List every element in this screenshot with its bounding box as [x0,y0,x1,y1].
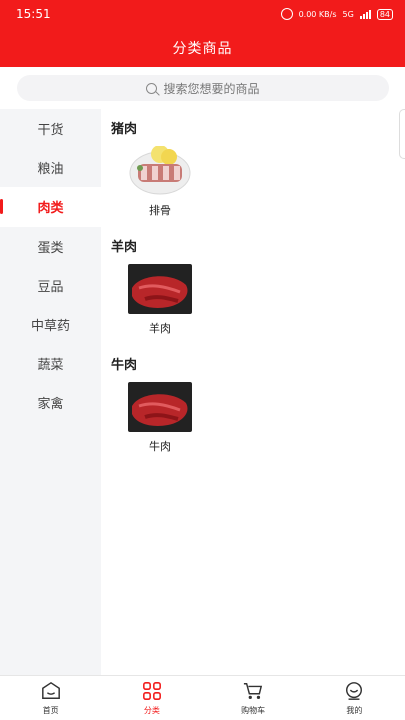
sidebar-item-poultry[interactable]: 家禽 [0,383,101,422]
raw-beef-photo [128,382,192,432]
tab-home[interactable]: 首页 [0,676,101,720]
network-type: 5G [342,9,354,19]
tab-label: 首页 [42,705,59,715]
search-icon [146,82,158,94]
sidebar-item-grain-oil[interactable]: 粮油 [0,148,101,187]
scroll-indicator[interactable] [399,109,405,159]
signal-icon [359,9,371,19]
section-title: 牛肉 [111,358,138,373]
search-placeholder: 搜索您想要的商品 [163,81,260,96]
battery-level: 84 [376,8,393,20]
sidebar-item-vegetables[interactable]: 蔬菜 [0,344,101,383]
product-name: 牛肉 [149,440,171,453]
sidebar-item-meat[interactable]: 肉类 [0,187,101,227]
product-card[interactable]: 排骨 [126,146,194,218]
section-beef: 牛肉 牛肉 [101,345,405,463]
tab-category[interactable]: 分类 [101,676,202,720]
status-bar: 15:51 0.00 KB/s 5G 84 [0,0,405,28]
search-input[interactable]: 搜索您想要的商品 [17,75,389,101]
bottom-tab-bar: 首页 分类 购物车 我的 [0,675,405,720]
page-title-text: 分类商品 [172,40,233,57]
page-title: 分类商品 [0,28,405,67]
profile-icon [346,681,363,700]
tab-label: 购物车 [241,705,266,715]
pork-ribs-photo [128,146,192,196]
product-list: 猪肉 排骨 羊肉 羊肉 牛肉 牛肉 [101,109,405,675]
sidebar-item-herbal-medicine[interactable]: 中草药 [0,305,101,344]
product-card[interactable]: 羊肉 [126,264,194,336]
tab-label: 我的 [346,705,363,715]
raw-mutton-photo [128,264,192,314]
network-speed: 0.00 KB/s [298,9,337,19]
mutton-image [128,264,192,314]
sidebar-item-bean-products[interactable]: 豆品 [0,266,101,305]
alarm-icon [280,8,293,20]
status-time: 15:51 [16,7,51,21]
search-bar: 搜索您想要的商品 [0,67,405,109]
sidebar-item-eggs[interactable]: 蛋类 [0,227,101,266]
section-title: 羊肉 [111,240,138,255]
pork-ribs-image [128,146,192,196]
product-name: 排骨 [149,204,171,217]
section-mutton: 羊肉 羊肉 [101,227,405,345]
section-title: 猪肉 [111,122,138,137]
tab-profile[interactable]: 我的 [304,676,405,720]
product-card[interactable]: 牛肉 [126,382,194,454]
tab-label: 分类 [143,705,160,715]
cart-icon [244,682,263,699]
category-grid-icon [142,681,161,700]
product-name: 羊肉 [149,322,171,335]
status-indicators: 0.00 KB/s 5G 84 [280,8,393,20]
category-sidebar: 干货 粮油 肉类 蛋类 豆品 中草药 蔬菜 家禽 [0,109,101,675]
sidebar-item-dried-goods[interactable]: 干货 [0,109,101,148]
home-icon [41,681,60,699]
section-pork: 猪肉 排骨 [101,109,405,227]
tab-cart[interactable]: 购物车 [203,676,304,720]
beef-image [128,382,192,432]
